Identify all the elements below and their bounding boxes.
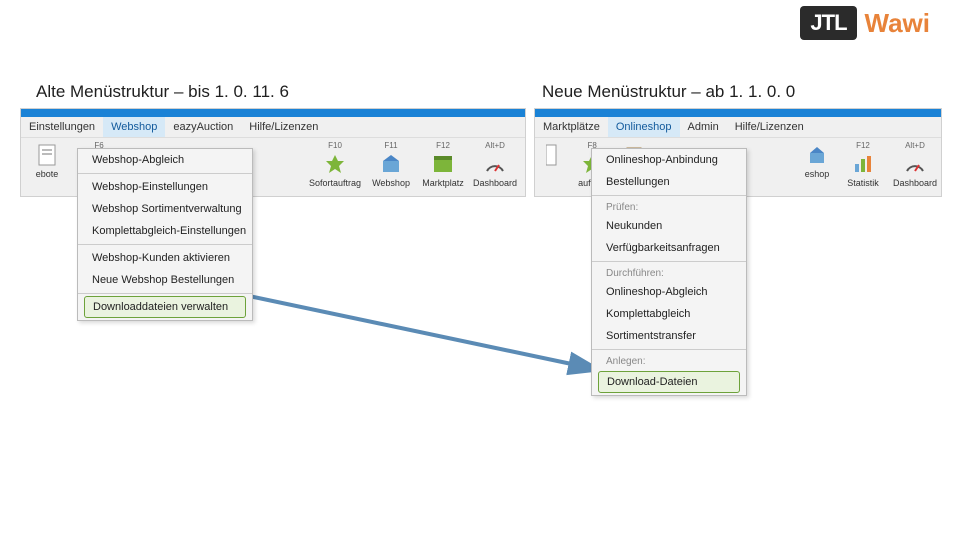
separator — [592, 261, 746, 262]
dd-header-anlegen: Anlegen: — [592, 352, 746, 369]
dropdown-onlineshop: Onlineshop-Anbindung Bestellungen Prüfen… — [591, 148, 747, 396]
menu-webshop[interactable]: Webshop — [103, 117, 165, 137]
shop-icon — [804, 142, 830, 168]
dd-downloaddateien-old[interactable]: Downloaddateien verwalten — [84, 296, 246, 318]
dd-komplettabgleich[interactable]: Komplettabgleich-Einstellungen — [78, 220, 252, 242]
menu-eazyauction[interactable]: eazyAuction — [165, 117, 241, 137]
tb-partial[interactable] — [535, 138, 568, 171]
dd-kunden-aktivieren[interactable]: Webshop-Kunden aktivieren — [78, 247, 252, 269]
label: Dashboard — [893, 178, 937, 188]
label: Marktplatz — [422, 178, 464, 188]
gauge-icon — [902, 151, 928, 177]
menu-admin[interactable]: Admin — [680, 117, 727, 137]
heading-new: Neue Menüstruktur – ab 1. 1. 0. 0 — [542, 82, 795, 102]
dd-bestellungen[interactable]: Bestellungen — [592, 171, 746, 193]
tb-dashboard[interactable]: Alt+D Dashboard — [889, 138, 941, 190]
label: ebote — [36, 169, 59, 179]
panel-old: Einstellungen Webshop eazyAuction Hilfe/… — [20, 108, 526, 197]
dd-header-durchfuehren: Durchführen: — [592, 264, 746, 281]
menubar-new: Marktplätze Onlineshop Admin Hilfe/Lizen… — [535, 117, 941, 138]
shortcut: F12 — [436, 141, 450, 150]
dd-download-dateien-new[interactable]: Download-Dateien — [598, 371, 740, 393]
dd-webshop-einstellungen[interactable]: Webshop-Einstellungen — [78, 176, 252, 198]
shop-icon — [378, 151, 404, 177]
tb-dashboard[interactable]: Alt+D Dashboard — [469, 138, 521, 190]
document-icon — [34, 142, 60, 168]
label: Statistik — [847, 178, 879, 188]
shortcut: Alt+D — [905, 141, 925, 150]
document-icon — [539, 142, 565, 168]
dd-verfuegbarkeit[interactable]: Verfügbarkeitsanfragen — [592, 237, 746, 259]
dd-onlineshop-abgleich[interactable]: Onlineshop-Abgleich — [592, 281, 746, 303]
star-icon — [322, 151, 348, 177]
dropdown-webshop: Webshop-Abgleich Webshop-Einstellungen W… — [77, 148, 253, 321]
shortcut: Alt+D — [485, 141, 505, 150]
title-bar — [21, 109, 525, 117]
separator — [592, 195, 746, 196]
label: Webshop — [372, 178, 410, 188]
dd-neue-bestellungen[interactable]: Neue Webshop Bestellungen — [78, 269, 252, 291]
separator — [78, 293, 252, 294]
menu-einstellungen[interactable]: Einstellungen — [21, 117, 103, 137]
logo-jtl: JTL — [800, 6, 856, 40]
tb-statistik[interactable]: F12 Statistik — [837, 138, 889, 190]
menu-hilfe[interactable]: Hilfe/Lizenzen — [241, 117, 326, 137]
shortcut: F10 — [328, 141, 342, 150]
logo: JTL Wawi — [800, 6, 930, 40]
menu-onlineshop[interactable]: Onlineshop — [608, 117, 680, 137]
chart-icon — [850, 151, 876, 177]
heading-old: Alte Menüstruktur – bis 1. 0. 11. 6 — [36, 82, 289, 102]
dd-webshop-abgleich[interactable]: Webshop-Abgleich — [78, 149, 252, 171]
separator — [592, 349, 746, 350]
marketplace-icon — [430, 151, 456, 177]
label: Dashboard — [473, 178, 517, 188]
panel-new: Marktplätze Onlineshop Admin Hilfe/Lizen… — [534, 108, 942, 197]
separator — [78, 244, 252, 245]
tb-angebote[interactable]: ebote — [21, 138, 73, 181]
tb-marktplatz[interactable]: F12 Marktplatz — [417, 138, 469, 190]
dd-sortimentstransfer[interactable]: Sortimentstransfer — [592, 325, 746, 347]
tb-webshop[interactable]: F11 Webshop — [365, 138, 417, 190]
dd-sortiment[interactable]: Webshop Sortimentverwaltung — [78, 198, 252, 220]
shortcut: F11 — [384, 141, 397, 150]
dd-neukunden[interactable]: Neukunden — [592, 215, 746, 237]
menu-marktplaetze[interactable]: Marktplätze — [535, 117, 608, 137]
dd-header-pruefen: Prüfen: — [592, 198, 746, 215]
title-bar — [535, 109, 941, 117]
label: Sofortauftrag — [309, 178, 361, 188]
logo-wawi: Wawi — [865, 8, 930, 39]
tb-sofortauftrag[interactable]: F10 Sofortauftrag — [305, 138, 365, 190]
dd-komplettabgleich[interactable]: Komplettabgleich — [592, 303, 746, 325]
tb-onlineshop[interactable]: eshop — [797, 138, 837, 181]
dd-anbindung[interactable]: Onlineshop-Anbindung — [592, 149, 746, 171]
gauge-icon — [482, 151, 508, 177]
separator — [78, 173, 252, 174]
label: eshop — [805, 169, 830, 179]
menubar-old: Einstellungen Webshop eazyAuction Hilfe/… — [21, 117, 525, 138]
shortcut: F12 — [856, 141, 870, 150]
menu-hilfe[interactable]: Hilfe/Lizenzen — [727, 117, 812, 137]
